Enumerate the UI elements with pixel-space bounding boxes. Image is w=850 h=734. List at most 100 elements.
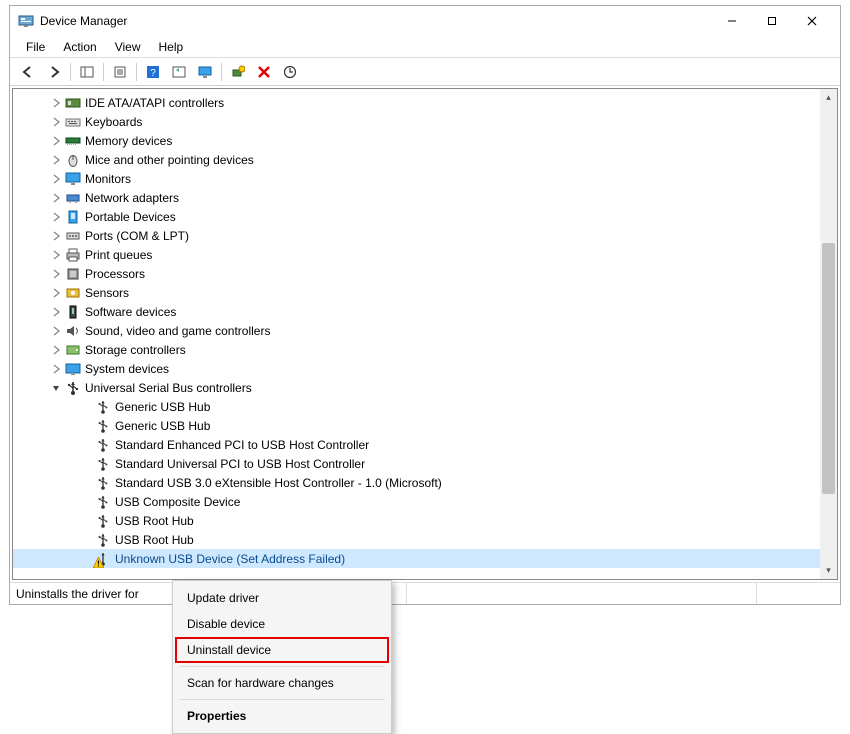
chevron-right-icon[interactable]: [49, 286, 63, 300]
usb-icon: [65, 380, 81, 396]
delete-icon[interactable]: [252, 61, 276, 83]
properties-icon[interactable]: [108, 61, 132, 83]
tree-item-label: Standard Universal PCI to USB Host Contr…: [115, 457, 365, 471]
titlebar[interactable]: Device Manager: [10, 6, 840, 36]
tree-item-label: Generic USB Hub: [115, 400, 210, 414]
tree-category[interactable]: Ports (COM & LPT): [13, 226, 820, 245]
sensor-icon: [65, 285, 81, 301]
toolbar-separator: [103, 63, 104, 81]
tree-item[interactable]: Standard Universal PCI to USB Host Contr…: [13, 454, 820, 473]
expander-spacer: [79, 552, 93, 566]
tree-category[interactable]: Keyboards: [13, 112, 820, 131]
chevron-right-icon[interactable]: [49, 324, 63, 338]
maximize-button[interactable]: [752, 7, 792, 35]
tree-item[interactable]: USB Root Hub: [13, 530, 820, 549]
chevron-right-icon[interactable]: [49, 248, 63, 262]
tree-item[interactable]: !Unknown USB Device (Set Address Failed): [13, 549, 820, 568]
usb-plug-icon: [95, 418, 111, 434]
scroll-thumb[interactable]: [822, 243, 835, 494]
tree-category[interactable]: Monitors: [13, 169, 820, 188]
minimize-button[interactable]: [712, 7, 752, 35]
toolbar-separator: [70, 63, 71, 81]
chevron-down-icon[interactable]: [49, 381, 63, 395]
tree-category[interactable]: Software devices: [13, 302, 820, 321]
scroll-track[interactable]: [820, 106, 837, 562]
expander-spacer: [79, 457, 93, 471]
tree-category[interactable]: Processors: [13, 264, 820, 283]
vertical-scrollbar[interactable]: ▴ ▾: [820, 89, 837, 579]
tree-category-label: Processors: [85, 267, 145, 281]
tree-item[interactable]: Standard Enhanced PCI to USB Host Contro…: [13, 435, 820, 454]
tree-category-label: IDE ATA/ATAPI controllers: [85, 96, 224, 110]
usb-plug-icon: [95, 475, 111, 491]
tree-category[interactable]: Sound, video and game controllers: [13, 321, 820, 340]
chevron-right-icon[interactable]: [49, 115, 63, 129]
software-icon: [65, 304, 81, 320]
chevron-right-icon[interactable]: [49, 210, 63, 224]
scan-hardware-icon[interactable]: [278, 61, 302, 83]
tree-category-label: Storage controllers: [85, 343, 186, 357]
tree-category[interactable]: Universal Serial Bus controllers: [13, 378, 820, 397]
tree-category[interactable]: Portable Devices: [13, 207, 820, 226]
chevron-right-icon[interactable]: [49, 172, 63, 186]
tree-category[interactable]: Print queues: [13, 245, 820, 264]
tree-category[interactable]: Storage controllers: [13, 340, 820, 359]
context-menu-item[interactable]: Properties: [175, 703, 389, 729]
tree-category-label: Portable Devices: [85, 210, 176, 224]
context-menu-item[interactable]: Scan for hardware changes: [175, 670, 389, 696]
menu-file[interactable]: File: [18, 38, 53, 56]
tree-item[interactable]: USB Composite Device: [13, 492, 820, 511]
tree-category-label: Ports (COM & LPT): [85, 229, 189, 243]
tree-category-label: Software devices: [85, 305, 176, 319]
chevron-right-icon[interactable]: [49, 134, 63, 148]
menu-action[interactable]: Action: [55, 38, 104, 56]
tree-category-label: Sensors: [85, 286, 129, 300]
add-legacy-icon[interactable]: [226, 61, 250, 83]
context-menu[interactable]: Update driverDisable deviceUninstall dev…: [172, 580, 392, 734]
chevron-right-icon[interactable]: [49, 343, 63, 357]
tree-category[interactable]: IDE ATA/ATAPI controllers: [13, 93, 820, 112]
tree-item[interactable]: Generic USB Hub: [13, 416, 820, 435]
statusbar: Uninstalls the driver for: [10, 582, 840, 604]
forward-icon[interactable]: [42, 61, 66, 83]
tree-category-label: Sound, video and game controllers: [85, 324, 270, 338]
usb-plug-icon: [95, 494, 111, 510]
tree-category-label: Universal Serial Bus controllers: [85, 381, 252, 395]
tree-item[interactable]: Standard USB 3.0 eXtensible Host Control…: [13, 473, 820, 492]
tree-category[interactable]: System devices: [13, 359, 820, 378]
help-icon[interactable]: ?: [141, 61, 165, 83]
context-menu-item[interactable]: Disable device: [175, 611, 389, 637]
chevron-right-icon[interactable]: [49, 305, 63, 319]
tree-category[interactable]: Memory devices: [13, 131, 820, 150]
mouse-icon: [65, 152, 81, 168]
tree-item-label: Unknown USB Device (Set Address Failed): [115, 552, 345, 566]
tree-category[interactable]: Sensors: [13, 283, 820, 302]
context-menu-item[interactable]: Update driver: [175, 585, 389, 611]
tree-category[interactable]: Network adapters: [13, 188, 820, 207]
chevron-right-icon[interactable]: [49, 191, 63, 205]
refresh-icon[interactable]: [167, 61, 191, 83]
back-icon[interactable]: [16, 61, 40, 83]
scroll-up-arrow[interactable]: ▴: [820, 89, 837, 106]
toolbar: ?: [10, 58, 840, 86]
tree-item[interactable]: Generic USB Hub: [13, 397, 820, 416]
tree-panel: IDE ATA/ATAPI controllers KeyboardsMemory…: [12, 88, 838, 580]
chevron-right-icon[interactable]: [49, 267, 63, 281]
scroll-down-arrow[interactable]: ▾: [820, 562, 837, 579]
show-hide-tree-icon[interactable]: [75, 61, 99, 83]
chevron-right-icon[interactable]: [49, 153, 63, 167]
chevron-right-icon[interactable]: [49, 229, 63, 243]
tree-category-label: Monitors: [85, 172, 131, 186]
chevron-right-icon[interactable]: [49, 96, 63, 110]
tree-category[interactable]: Mice and other pointing devices: [13, 150, 820, 169]
context-menu-item[interactable]: Uninstall device: [175, 637, 389, 663]
menu-help[interactable]: Help: [151, 38, 192, 56]
chevron-right-icon[interactable]: [49, 362, 63, 376]
device-tree[interactable]: IDE ATA/ATAPI controllers KeyboardsMemory…: [13, 89, 820, 579]
app-icon: [18, 13, 34, 29]
close-button[interactable]: [792, 7, 832, 35]
menu-view[interactable]: View: [107, 38, 149, 56]
display-icon[interactable]: [193, 61, 217, 83]
expander-spacer: [79, 438, 93, 452]
tree-item[interactable]: USB Root Hub: [13, 511, 820, 530]
